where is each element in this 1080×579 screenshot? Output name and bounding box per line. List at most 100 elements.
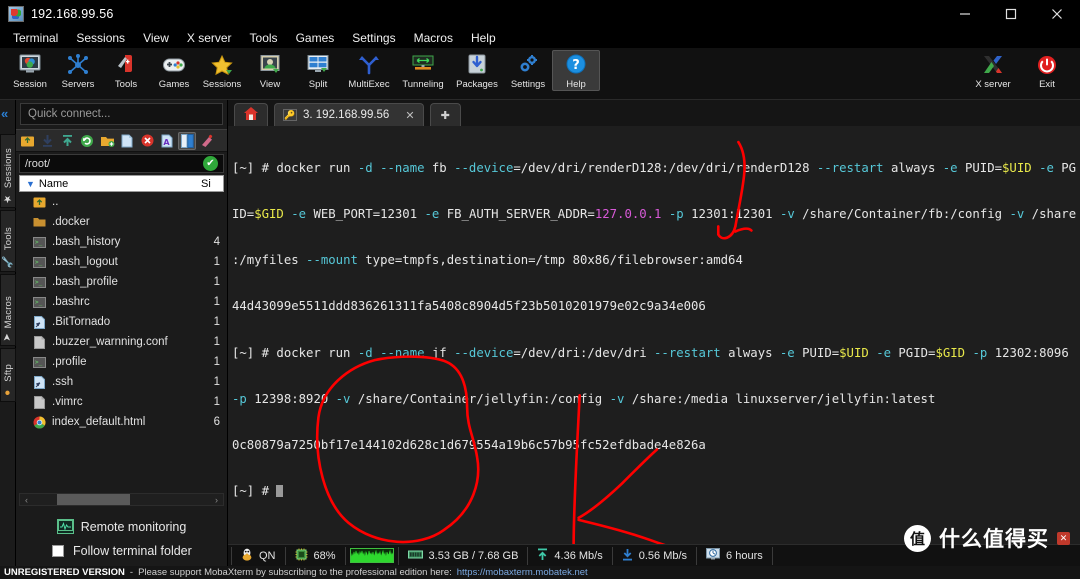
scrollbar-thumb[interactable] xyxy=(57,494,130,505)
close-icon[interactable]: ✕ xyxy=(405,109,414,122)
status-host-label: QN xyxy=(259,549,276,562)
ribbon-split[interactable]: Split xyxy=(294,50,342,90)
follow-terminal-folder-row[interactable]: Follow terminal folder xyxy=(16,540,227,560)
delete-icon[interactable] xyxy=(138,132,156,150)
rail-tab-tools[interactable]: 🔧 Tools xyxy=(0,210,16,272)
tunneling-icon xyxy=(410,52,436,78)
ribbon-packages-label: Packages xyxy=(456,79,498,90)
quick-connect-input[interactable]: Quick connect... xyxy=(20,103,223,125)
list-item[interactable]: .ssh 1 xyxy=(19,372,224,392)
new-folder-icon[interactable] xyxy=(98,132,116,150)
file-list-hscrollbar[interactable]: ‹ › xyxy=(19,493,224,506)
terminal-tab[interactable]: 🔑 3. 192.168.99.56 ✕ xyxy=(274,103,424,126)
remote-path-row[interactable]: /root/ ✔ xyxy=(19,154,224,173)
ribbon-games[interactable]: Games xyxy=(150,50,198,90)
terminal-line: ID=$GID -e WEB_PORT=12301 -e FB_AUTH_SER… xyxy=(232,207,1077,222)
watermark-close-icon[interactable]: ✕ xyxy=(1057,531,1070,545)
ribbon-tools[interactable]: Tools xyxy=(102,50,150,90)
script-icon: >_ xyxy=(33,356,46,369)
remote-monitoring-button[interactable]: Remote monitoring xyxy=(16,513,227,540)
status-upload: 4.36 Mb/s xyxy=(528,546,613,565)
menu-sessions[interactable]: Sessions xyxy=(67,28,134,48)
watermark: 值 什么值得买 ✕ xyxy=(904,523,1070,553)
ribbon-view-label: View xyxy=(259,79,281,90)
maximize-button[interactable] xyxy=(988,0,1034,28)
ribbon-x-server[interactable]: X server xyxy=(966,50,1020,90)
text-view-icon[interactable]: A xyxy=(158,132,176,150)
upload-parent-icon[interactable] xyxy=(18,132,36,150)
ribbon-multiexec[interactable]: MultiExec xyxy=(342,50,396,90)
ribbon-packages[interactable]: Packages xyxy=(450,50,504,90)
scroll-right-icon[interactable]: › xyxy=(210,495,223,505)
list-item[interactable]: .vimrc 1 xyxy=(19,392,224,412)
ribbon-tunneling[interactable]: Tunneling xyxy=(396,50,450,90)
terminal-output[interactable]: [~] # docker run -d --name fb --device=/… xyxy=(228,126,1080,544)
new-file-icon[interactable] xyxy=(118,132,136,150)
file-size: 1 xyxy=(213,336,220,348)
menu-view[interactable]: View xyxy=(134,28,178,48)
scrollbar-track[interactable] xyxy=(33,494,210,505)
rail-tab-macros[interactable]: ➤ Macros xyxy=(0,274,16,346)
help-question-icon: ? xyxy=(563,52,589,78)
column-name[interactable]: Name xyxy=(39,178,201,190)
ribbon-settings-label: Settings xyxy=(510,79,546,90)
upload-icon[interactable] xyxy=(58,132,76,150)
list-item[interactable]: .docker xyxy=(19,212,224,232)
menu-settings[interactable]: Settings xyxy=(343,28,404,48)
close-button[interactable] xyxy=(1034,0,1080,28)
ribbon-view[interactable]: View xyxy=(246,50,294,90)
list-item[interactable]: .. xyxy=(19,192,224,212)
scroll-left-icon[interactable]: ‹ xyxy=(20,495,33,505)
menu-tools[interactable]: Tools xyxy=(241,28,287,48)
cpu-graph-icon xyxy=(349,548,394,563)
file-size: 1 xyxy=(213,316,220,328)
file-size: 1 xyxy=(213,356,220,368)
ribbon-session[interactable]: Session xyxy=(6,50,54,90)
list-item[interactable]: .BitTornado 1 xyxy=(19,312,224,332)
footer-link[interactable]: https://mobaxterm.mobatek.net xyxy=(457,567,588,578)
ribbon-help[interactable]: ? Help xyxy=(552,50,600,91)
list-item[interactable]: index_default.html 6 xyxy=(19,412,224,432)
menu-terminal[interactable]: Terminal xyxy=(4,28,67,48)
ribbon-servers[interactable]: Servers xyxy=(54,50,102,90)
list-item[interactable]: >_ .bash_logout 1 xyxy=(19,252,224,272)
sort-caret-icon[interactable]: ▼ xyxy=(20,179,39,189)
ribbon-exit[interactable]: Exit xyxy=(1020,50,1074,90)
shortcut-icon xyxy=(33,375,46,389)
home-tab[interactable] xyxy=(234,103,268,126)
file-name: .bashrc xyxy=(52,296,90,308)
ribbon-settings[interactable]: Settings xyxy=(504,50,552,90)
file-list[interactable]: .. .docker >_ .bash_history 4 >_ .bash_l… xyxy=(19,192,224,491)
menu-x-server[interactable]: X server xyxy=(178,28,241,48)
permissions-icon[interactable] xyxy=(198,132,216,150)
rail-tab-sftp-label: Sftp xyxy=(2,364,14,382)
follow-terminal-folder-checkbox[interactable] xyxy=(52,545,64,557)
packages-icon xyxy=(464,52,490,78)
list-item[interactable]: >_ .bash_profile 1 xyxy=(19,272,224,292)
status-download-label: 0.56 Mb/s xyxy=(638,549,688,562)
ribbon-servers-label: Servers xyxy=(61,79,95,90)
menu-macros[interactable]: Macros xyxy=(405,28,462,48)
list-item[interactable]: >_ .profile 1 xyxy=(19,352,224,372)
file-name: .docker xyxy=(52,216,90,228)
collapse-sidebar-button[interactable]: « xyxy=(1,106,8,121)
file-list-header: ▼ Name Si xyxy=(19,175,224,192)
list-item[interactable]: >_ .bash_history 4 xyxy=(19,232,224,252)
download-icon[interactable] xyxy=(38,132,56,150)
menu-help[interactable]: Help xyxy=(462,28,505,48)
terminal-tab-label: 3. 192.168.99.56 xyxy=(303,109,390,121)
split-view-icon[interactable] xyxy=(178,131,196,150)
menu-games[interactable]: Games xyxy=(287,28,344,48)
column-size[interactable]: Si xyxy=(201,178,223,190)
ribbon-session-label: Session xyxy=(13,79,47,90)
ribbon-games-label: Games xyxy=(158,79,190,90)
list-item[interactable]: >_ .bashrc 1 xyxy=(19,292,224,312)
ribbon-sessions[interactable]: Sessions xyxy=(198,50,246,90)
rail-tab-sessions[interactable]: ★ Sessions xyxy=(0,134,16,208)
ribbon-tools-label: Tools xyxy=(114,79,138,90)
minimize-button[interactable] xyxy=(942,0,988,28)
list-item[interactable]: .buzzer_warnning.conf 1 xyxy=(19,332,224,352)
new-tab-button[interactable]: ✚ xyxy=(429,103,461,126)
refresh-icon[interactable] xyxy=(78,132,96,150)
rail-tab-sftp[interactable]: ● Sftp xyxy=(0,348,16,402)
